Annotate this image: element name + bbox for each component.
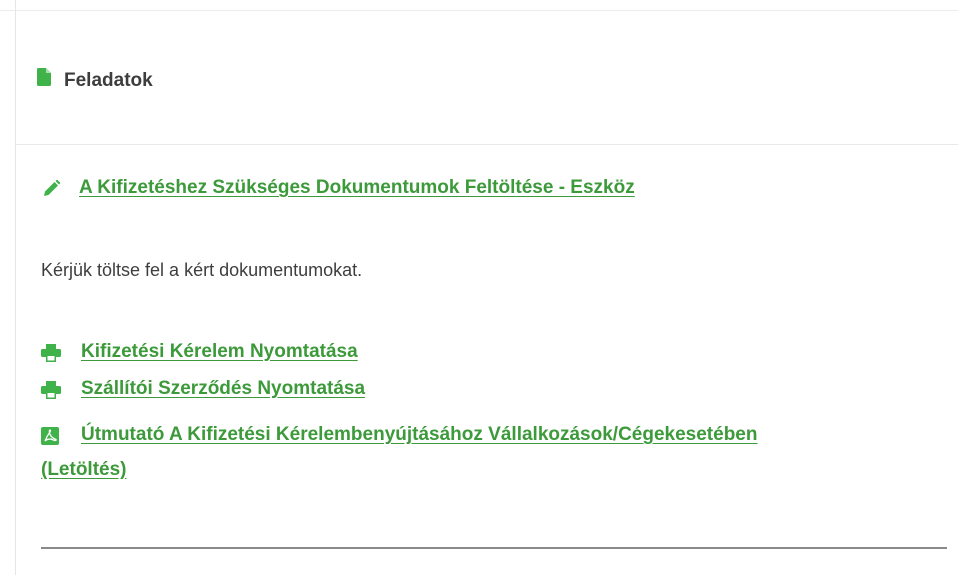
panel-header [16, 11, 958, 145]
printer-icon [41, 344, 61, 362]
print-supplier-contract-label[interactable]: Szállítói Szerződés Nyomtatása [81, 378, 365, 400]
guide-download-label-continued[interactable]: (Letöltés) [41, 459, 127, 481]
print-payment-request-label[interactable]: Kifizetési Kérelem Nyomtatása [81, 341, 358, 363]
printer-icon [41, 381, 61, 399]
instruction-text: Kérjük töltse fel a kért dokumentumokat. [41, 260, 363, 280]
pencil-icon [44, 180, 60, 196]
pdf-icon [41, 427, 59, 445]
document-icon [37, 68, 51, 86]
bottom-divider [41, 547, 947, 549]
upload-documents-link[interactable]: A Kifizetéshez Szükséges Dokumentumok Fe… [79, 177, 635, 199]
panel-title: Feladatok [64, 70, 153, 91]
guide-download-label[interactable]: Útmutató A Kifizetési Kérelembenyújtásáh… [81, 424, 757, 446]
